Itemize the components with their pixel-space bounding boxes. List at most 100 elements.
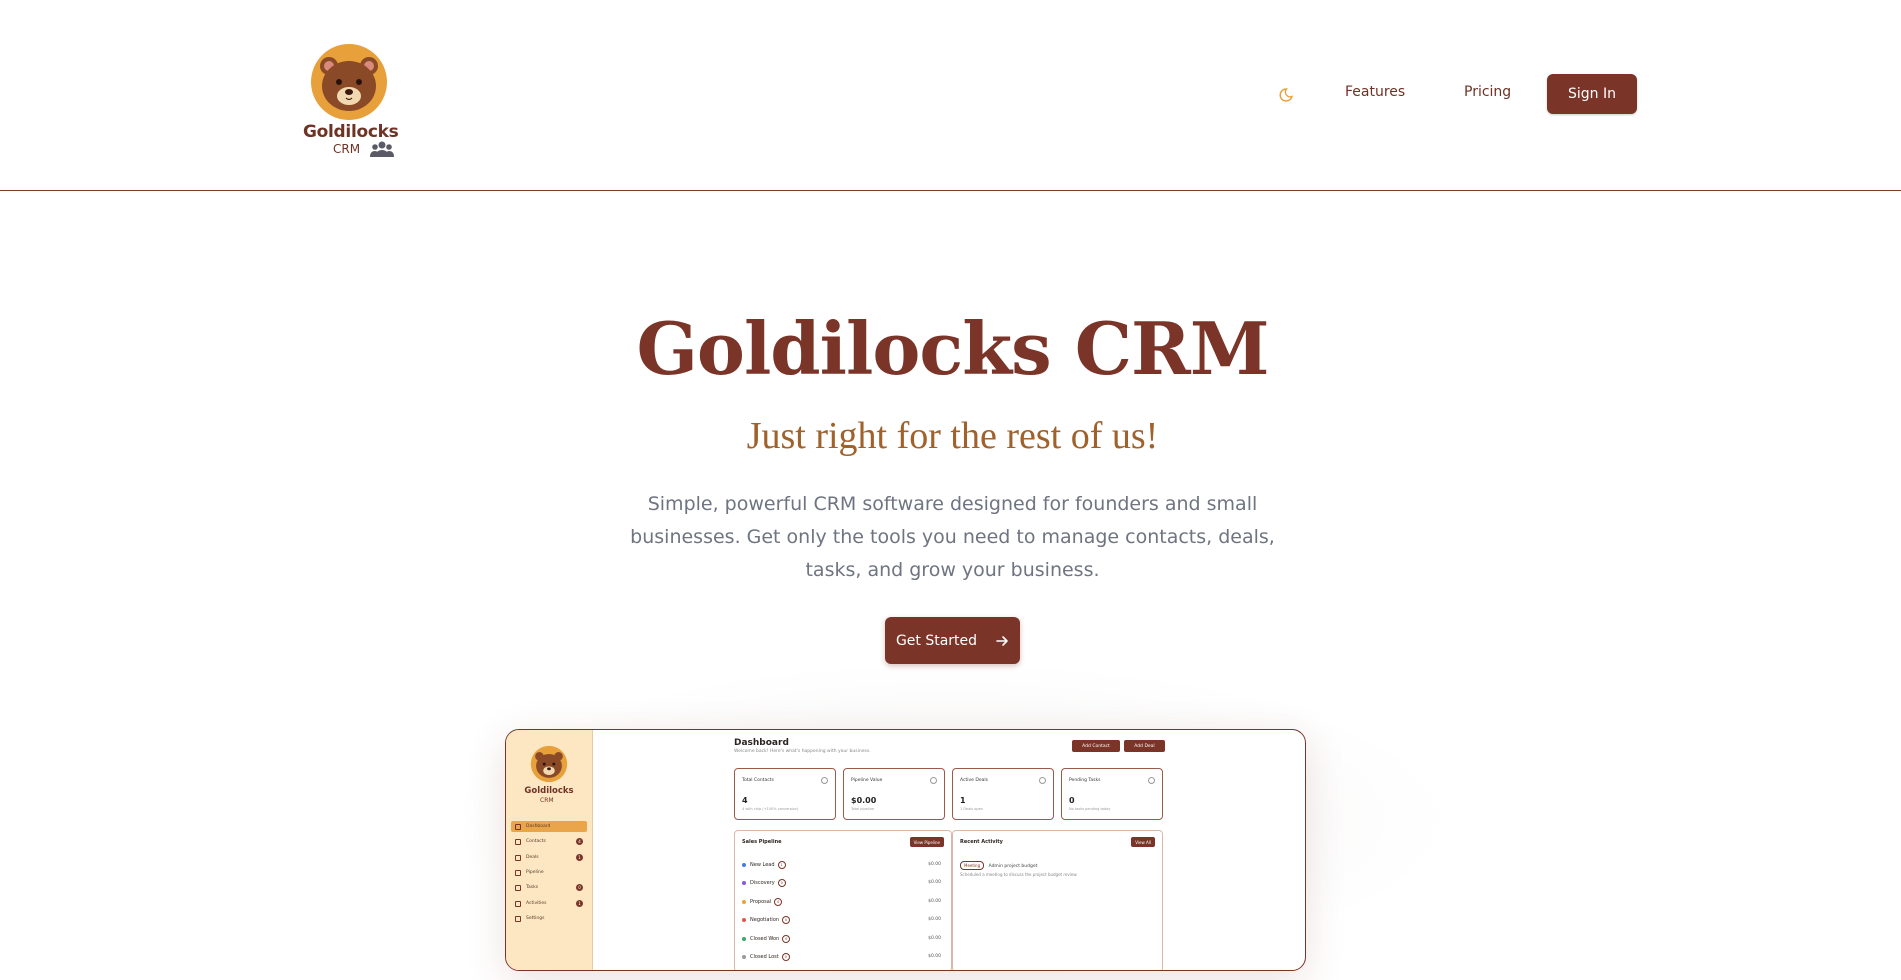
preview-nav-deals[interactable]: Deals 1 [511, 852, 587, 863]
stage-name: New Lead [750, 862, 775, 868]
brand-name: Goldilocks [303, 122, 399, 142]
stage-count: 0 [777, 879, 786, 887]
preview-stat-card: Active Deals 1 1 Deals open [952, 768, 1054, 820]
get-started-label: Get Started [895, 632, 978, 649]
preview-brand-name: Goldilocks [524, 786, 574, 796]
stage-dot [742, 900, 746, 904]
stage-name: Discovery [750, 880, 775, 886]
stat-note: 4 with chip (+100% conversion) [742, 807, 799, 811]
contacts-icon [821, 777, 828, 784]
preview-nav-label: Contacts [526, 839, 546, 844]
tasks-icon [515, 884, 521, 891]
preview-nav-label: Deals [526, 855, 539, 860]
preview-nav-count: 0 [576, 884, 583, 891]
pipeline-stage: Closed Lost 0 [742, 953, 790, 961]
preview-pipeline-panel: Sales Pipeline View Pipeline New Lead 1 $… [734, 830, 952, 970]
stage-name: Proposal [750, 899, 772, 905]
activity-tag: Meeting [960, 861, 985, 870]
stage-amount: $0.00 [928, 936, 941, 941]
stat-value: $0.00 [851, 796, 877, 805]
preview-activity-panel: Recent Activity View All Meeting Admin p… [952, 830, 1163, 970]
moon-icon [1279, 88, 1294, 102]
stage-amount: $0.00 [928, 899, 941, 904]
stat-label: Active Deals [960, 778, 988, 783]
view-pipeline-button[interactable]: View Pipeline [909, 837, 944, 847]
stat-value: 4 [742, 796, 748, 805]
preview-nav-settings[interactable]: Settings [511, 913, 587, 924]
pipeline-stage: Negotiation 0 [742, 916, 791, 924]
dashboard-icon [515, 823, 521, 830]
hero-tagline: Just right for the rest of us! [746, 415, 1159, 457]
stage-name: Negotiation [750, 917, 780, 923]
get-started-button[interactable]: Get Started [885, 617, 1020, 664]
bear-logo-icon [311, 44, 387, 120]
stage-dot [742, 918, 746, 922]
preview-sidebar: Goldilocks CRM Dashboard Contacts 4 Deals… [506, 730, 593, 970]
preview-add-contact-button[interactable]: Add Contact [1072, 740, 1120, 752]
stage-amount: $0.00 [928, 862, 941, 867]
briefcase-icon [1039, 777, 1046, 784]
dollar-icon [930, 777, 937, 784]
stage-dot [742, 881, 746, 885]
preview-nav-count: 1 [576, 900, 583, 907]
pipeline-stage: Closed Won 0 [742, 935, 791, 943]
preview-stat-card: Total Contacts 4 4 with chip (+100% conv… [734, 768, 836, 820]
preview-nav-contacts[interactable]: Contacts 4 [511, 836, 587, 847]
sign-in-button[interactable]: Sign In [1547, 74, 1637, 114]
activities-icon [515, 900, 521, 907]
activity-heading: Admin project budget [988, 864, 1038, 869]
brand-logo[interactable]: Goldilocks CRM [303, 42, 399, 160]
pipeline-stage: New Lead 1 [742, 861, 786, 869]
stage-count: 0 [781, 953, 790, 961]
stat-label: Pending Tasks [1069, 778, 1101, 783]
stage-dot [742, 955, 746, 959]
brand-sub: CRM [333, 142, 361, 156]
preview-nav-activities[interactable]: Activities 1 [511, 898, 587, 909]
preview-nav-label: Tasks [526, 885, 539, 890]
people-icon [370, 141, 394, 157]
preview-nav-label: Pipeline [526, 870, 544, 875]
stat-note: No tasks pending today [1069, 807, 1111, 811]
pipeline-stage: Proposal 0 [742, 898, 783, 906]
activity-text: Scheduled a meeting to discuss the proje… [960, 872, 1078, 877]
contacts-icon [515, 838, 521, 845]
stage-name: Closed Lost [750, 954, 779, 960]
deals-icon [515, 854, 521, 861]
preview-nav-label: Dashboard [526, 824, 551, 829]
preview-add-deal-button[interactable]: Add Deal [1124, 740, 1165, 752]
pipeline-stage: Discovery 0 [742, 879, 786, 887]
stage-count: 0 [774, 898, 783, 906]
stage-name: Closed Won [750, 936, 780, 942]
stat-label: Pipeline Value [851, 778, 883, 783]
stat-note: 1 Deals open [960, 807, 983, 811]
preview-nav-count: 4 [576, 838, 583, 845]
preview-nav-tasks[interactable]: Tasks 0 [511, 882, 587, 893]
preview-nav-label: Settings [526, 916, 545, 921]
stage-count: 1 [777, 861, 786, 869]
stage-dot [742, 863, 746, 867]
preview-page-title: Dashboard [734, 738, 789, 748]
hero-title: Goldilocks CRM [636, 306, 1269, 391]
theme-toggle-button[interactable] [1278, 84, 1298, 104]
preview-stat-card: Pending Tasks 0 No tasks pending today [1061, 768, 1163, 820]
stat-note: Total pipeline [851, 807, 875, 811]
preview-nav-label: Activities [526, 901, 547, 906]
preview-nav-dashboard[interactable]: Dashboard [511, 821, 587, 832]
clock-icon [1148, 777, 1155, 784]
stage-count: 0 [782, 916, 791, 924]
dashboard-preview: Goldilocks CRM Dashboard Contacts 4 Deals… [505, 729, 1306, 971]
nav-features-link[interactable]: Features [1345, 84, 1405, 100]
view-all-button[interactable]: View All [1131, 837, 1155, 847]
preview-nav-pipeline[interactable]: Pipeline [511, 867, 587, 878]
stage-amount: $0.00 [928, 917, 941, 922]
site-header: Goldilocks CRM Features Pricing Sign In [0, 0, 1901, 191]
pipeline-title: Sales Pipeline [742, 839, 782, 845]
preview-bear-logo-icon [530, 745, 568, 783]
activity-item: Meeting Admin project budget [960, 861, 1080, 870]
pipeline-icon [515, 869, 521, 876]
preview-stat-card: Pipeline Value $0.00 Total pipeline [843, 768, 945, 820]
preview-nav-count: 1 [576, 854, 583, 861]
preview-page-subtitle: Welcome back! Here's what's happening wi… [734, 749, 871, 754]
nav-pricing-link[interactable]: Pricing [1464, 84, 1511, 100]
preview-brand-sub: CRM [540, 797, 554, 804]
